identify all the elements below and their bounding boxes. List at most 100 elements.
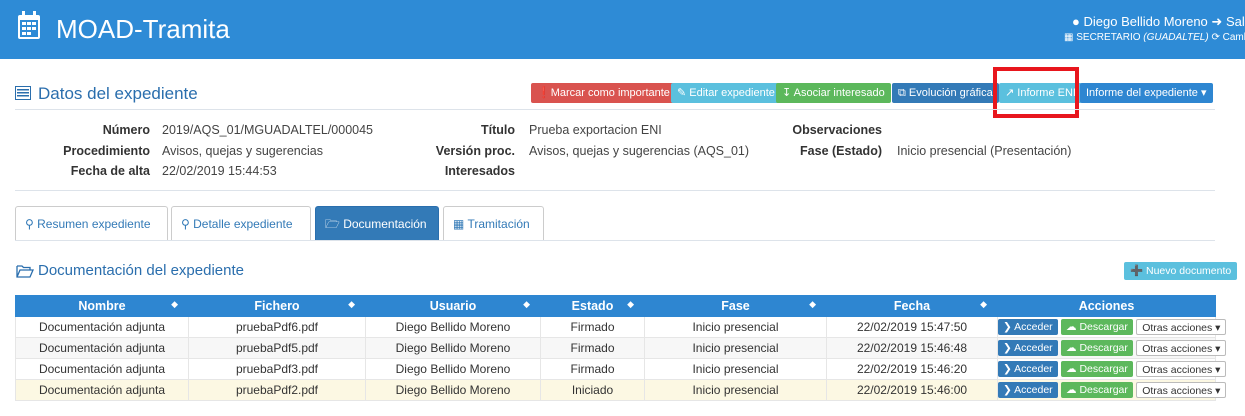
user-plus-icon: ↧ <box>782 87 794 99</box>
column-header-usuario[interactable]: Usuario ◆ <box>365 295 541 317</box>
logout-link[interactable]: Sal <box>1226 14 1245 29</box>
cell-nombre: Documentación adjunta <box>15 316 189 338</box>
documents-table: Nombre ◆ Fichero ◆ Usuario ◆ Estado ◆ Fase ◆ … <box>15 295 1227 401</box>
access-button[interactable]: ❯ Acceder <box>998 340 1058 356</box>
table-row[interactable]: Documentación adjunta pruebaPdf3.pdf Die… <box>15 358 1227 380</box>
sort-icon[interactable]: ◆ <box>627 299 634 310</box>
user-name[interactable]: Diego Bellido Moreno <box>1083 14 1207 29</box>
cell-nombre: Documentación adjunta <box>15 379 189 401</box>
highlight-box <box>993 67 1079 118</box>
sort-icon[interactable]: ◆ <box>980 299 987 310</box>
column-header-fecha[interactable]: Fecha ◆ <box>826 295 998 317</box>
download-button[interactable]: ☁ Descargar <box>1061 340 1133 356</box>
column-header-nombre[interactable]: Nombre ◆ <box>15 295 189 317</box>
associate-interested-button[interactable]: ↧ Asociar interesado <box>776 83 891 103</box>
tab-documentacion[interactable]: 🗁 Documentación <box>315 206 439 241</box>
access-button[interactable]: ❯ Acceder <box>998 382 1058 398</box>
user-icon: ● <box>1072 14 1080 29</box>
cell-acciones: ❯ Acceder ☁ Descargar Otras acciones ▾ <box>997 316 1227 338</box>
other-actions-dropdown[interactable]: Otras acciones ▾ <box>1136 319 1227 335</box>
cell-usuario: Diego Bellido Moreno <box>365 337 541 359</box>
top-bar: MOAD-Tramita ● Diego Bellido Moreno ➜ Sa… <box>0 0 1245 59</box>
cell-fichero: pruebaPdf3.pdf <box>188 358 366 380</box>
sort-icon[interactable]: ◆ <box>348 299 355 310</box>
new-document-button[interactable]: ➕ Nuevo documento <box>1124 262 1238 280</box>
column-header-fichero[interactable]: Fichero ◆ <box>188 295 366 317</box>
cell-acciones: ❯ Acceder ☁ Descargar Otras acciones ▾ <box>997 337 1227 359</box>
change-role-link[interactable]: Cambia <box>1223 32 1245 43</box>
user-org: (GUADALTEL) <box>1143 32 1209 43</box>
cell-fecha: 22/02/2019 15:46:00 <box>826 379 998 401</box>
chevron-right-icon: ❯ <box>1003 363 1015 375</box>
numero-value: 2019/AQS_01/MGUADALTEL/000045 <box>162 123 374 137</box>
divider <box>15 190 1215 191</box>
cell-acciones: ❯ Acceder ☁ Descargar Otras acciones ▾ <box>997 379 1227 401</box>
sort-icon[interactable]: ◆ <box>171 299 178 310</box>
table-row[interactable]: Documentación adjunta pruebaPdf2.pdf Die… <box>15 379 1227 401</box>
cell-fase: Inicio presencial <box>644 337 827 359</box>
table-icon: ▦ <box>453 217 468 231</box>
cloud-download-icon: ☁ <box>1066 342 1080 354</box>
observaciones-label: Observaciones <box>792 123 882 137</box>
tab-tramitacion[interactable]: ▦ Tramitación <box>443 206 544 241</box>
user-role: SECRETARIO <box>1076 32 1141 43</box>
calendar-logo-icon <box>18 11 40 39</box>
documents-title: Documentación del expediente <box>38 262 244 279</box>
cell-fichero: pruebaPdf5.pdf <box>188 337 366 359</box>
external-link-icon: ⧉ <box>898 87 909 99</box>
download-button[interactable]: ☁ Descargar <box>1061 382 1133 398</box>
mark-important-button[interactable]: ❗Marcar como importante <box>531 83 676 103</box>
numero-label: Número <box>102 123 150 137</box>
other-actions-dropdown[interactable]: Otras acciones ▾ <box>1136 361 1227 377</box>
section-title: Datos del expediente <box>38 84 198 103</box>
edit-icon: ✎ <box>677 87 690 99</box>
fecha-alta-label: Fecha de alta <box>70 164 150 178</box>
zoom-icon: ⚲ <box>181 217 194 231</box>
expediente-report-dropdown[interactable]: Informe del expediente ▾ <box>1080 83 1213 103</box>
exclamation-icon: ❗ <box>537 87 551 99</box>
divider <box>15 240 1215 241</box>
chevron-right-icon: ❯ <box>1003 321 1015 333</box>
cloud-download-icon: ☁ <box>1066 363 1080 375</box>
other-actions-dropdown[interactable]: Otras acciones ▾ <box>1136 382 1227 398</box>
column-header-estado[interactable]: Estado ◆ <box>540 295 645 317</box>
refresh-icon[interactable]: ⟳ <box>1211 32 1219 43</box>
cloud-download-icon: ☁ <box>1066 321 1080 333</box>
version-label: Versión proc. <box>435 144 515 158</box>
search-icon: ⚲ <box>25 217 38 231</box>
download-button[interactable]: ☁ Descargar <box>1061 319 1133 335</box>
tab-detalle[interactable]: ⚲ Detalle expediente <box>171 206 311 241</box>
access-button[interactable]: ❯ Acceder <box>998 361 1058 377</box>
cell-nombre: Documentación adjunta <box>15 337 189 359</box>
tab-resumen[interactable]: ⚲ Resumen expediente <box>15 206 168 241</box>
cloud-download-icon: ☁ <box>1066 384 1080 396</box>
table-row[interactable]: Documentación adjunta pruebaPdf6.pdf Die… <box>15 316 1227 338</box>
sort-icon[interactable]: ◆ <box>523 299 530 310</box>
procedimiento-value: Avisos, quejas y sugerencias <box>162 144 323 158</box>
sort-icon[interactable]: ◆ <box>809 299 816 310</box>
titulo-value: Prueba exportacion ENI <box>529 123 662 137</box>
cell-estado: Firmado <box>540 358 645 380</box>
table-row[interactable]: Documentación adjunta pruebaPdf5.pdf Die… <box>15 337 1227 359</box>
caret-down-icon: ▾ <box>1212 322 1221 334</box>
cell-estado: Firmado <box>540 337 645 359</box>
graphic-evolution-button[interactable]: ⧉ Evolución gráfica <box>892 83 999 103</box>
cell-estado: Firmado <box>540 316 645 338</box>
user-menu[interactable]: ● Diego Bellido Moreno ➜ Sal ▦ SECRETARI… <box>1060 14 1245 50</box>
edit-expediente-button[interactable]: ✎ Editar expediente <box>671 83 781 103</box>
caret-down-icon: ▾ <box>1212 343 1221 355</box>
version-value: Avisos, quejas y sugerencias (AQS_01) <box>529 144 750 158</box>
access-button[interactable]: ❯ Acceder <box>998 319 1058 335</box>
other-actions-dropdown[interactable]: Otras acciones ▾ <box>1136 340 1227 356</box>
logout-icon[interactable]: ➜ <box>1211 14 1222 29</box>
cell-fichero: pruebaPdf6.pdf <box>188 316 366 338</box>
cell-usuario: Diego Bellido Moreno <box>365 358 541 380</box>
app-title: MOAD-Tramita <box>56 14 230 44</box>
cell-nombre: Documentación adjunta <box>15 358 189 380</box>
cell-acciones: ❯ Acceder ☁ Descargar Otras acciones ▾ <box>997 358 1227 380</box>
download-button[interactable]: ☁ Descargar <box>1061 361 1133 377</box>
interesados-label: Interesados <box>444 164 515 178</box>
column-header-fase[interactable]: Fase ◆ <box>644 295 827 317</box>
cell-fecha: 22/02/2019 15:46:20 <box>826 358 998 380</box>
plus-circle-icon: ➕ <box>1130 265 1146 277</box>
